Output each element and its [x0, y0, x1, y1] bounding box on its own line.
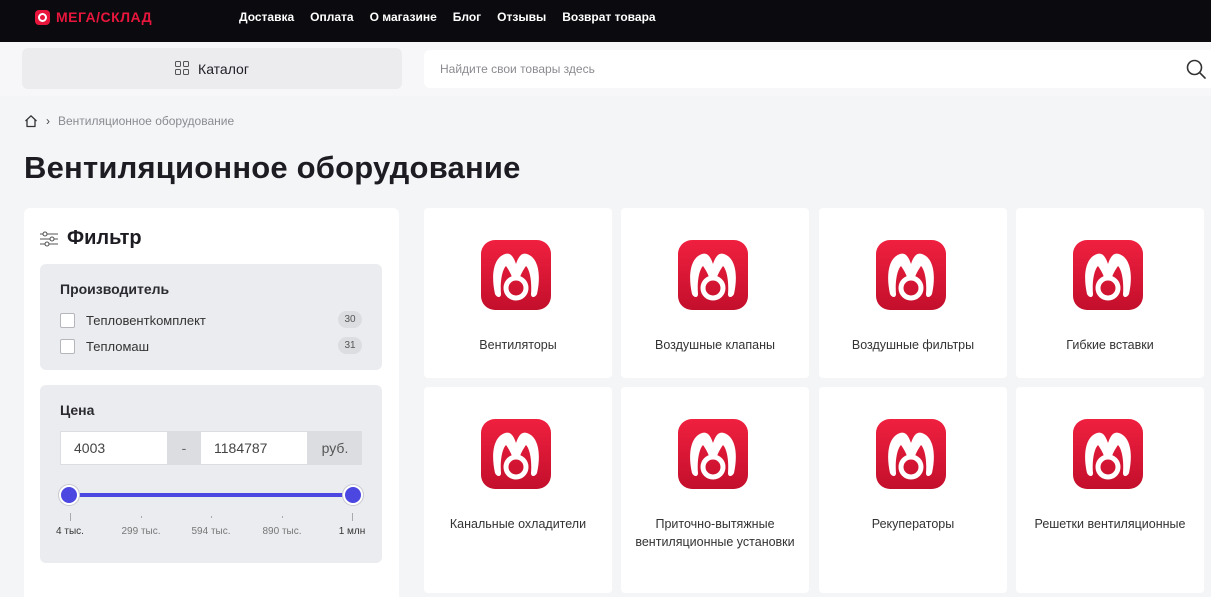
price-tick-label: 4 тыс.	[56, 526, 84, 537]
manufacturer-filter: Производитель Тепловентkомплект 30 Тепло…	[40, 264, 382, 370]
breadcrumb: › Вентиляционное оборудование	[24, 114, 234, 128]
nav-link-delivery[interactable]: Доставка	[239, 10, 294, 24]
category-card-label: Вентиляторы	[479, 338, 557, 352]
brand-logo-icon	[876, 240, 946, 310]
brand-logo-icon	[678, 419, 748, 489]
filter-sliders-icon	[40, 230, 58, 247]
logo-text: МЕГА/СКЛАД	[56, 9, 153, 25]
nav-link-returns[interactable]: Возврат товара	[562, 10, 655, 24]
price-tick: 299 тыс.	[111, 513, 171, 537]
price-slider-track[interactable]	[69, 493, 353, 497]
price-separator: -	[168, 431, 200, 465]
filter-title: Фильтр	[67, 227, 142, 249]
price-tick-label: 890 тыс.	[262, 526, 302, 537]
manufacturer-count-badge: 31	[338, 337, 362, 354]
page-title: Вентиляционное оборудование	[24, 150, 521, 185]
category-card-label: Гибкие вставки	[1066, 338, 1154, 352]
price-tick-label: 299 тыс.	[121, 526, 161, 537]
brand-logo-icon	[481, 240, 551, 310]
top-bar: МЕГА/СКЛАД Доставка Оплата О магазине Бл…	[0, 0, 1211, 42]
brand-logo-icon	[678, 240, 748, 310]
price-tick: 594 тыс.	[181, 513, 241, 537]
nav-link-reviews[interactable]: Отзывы	[497, 10, 546, 24]
tick-mark	[281, 516, 283, 518]
category-card-label: Воздушные фильтры	[851, 338, 975, 352]
brand-logo-icon	[876, 419, 946, 489]
manufacturer-label: Тепломаш	[86, 338, 150, 354]
nav-link-about[interactable]: О магазине	[370, 10, 437, 24]
category-card-label: Решетки вентиляционные	[1034, 517, 1186, 531]
category-card-air-filters[interactable]: Воздушные фильтры	[819, 208, 1007, 378]
catalog-button[interactable]: Каталог	[22, 48, 402, 89]
price-slider-scale: 4 тыс. 299 тыс. 594 тыс. 890 тыс. 1 млн	[40, 513, 382, 543]
category-card-air-valves[interactable]: Воздушные клапаны	[621, 208, 809, 378]
catalog-grid-icon	[175, 61, 190, 76]
price-unit: руб.	[308, 431, 362, 465]
price-tick: 4 тыс.	[40, 513, 100, 537]
price-slider[interactable]	[59, 485, 363, 505]
price-max-input[interactable]	[200, 431, 308, 465]
search-box	[424, 50, 1211, 88]
category-card-fans[interactable]: Вентиляторы	[424, 208, 612, 378]
price-title: Цена	[60, 402, 95, 418]
price-tick-label: 594 тыс.	[191, 526, 231, 537]
search-icon[interactable]	[1186, 59, 1206, 79]
manufacturer-title: Производитель	[60, 281, 170, 297]
manufacturer-count-badge: 30	[338, 311, 362, 328]
category-card-recuperators[interactable]: Рекуператоры	[819, 387, 1007, 593]
tick-mark	[140, 516, 142, 518]
home-icon[interactable]	[24, 114, 38, 128]
manufacturer-checkbox[interactable]	[60, 338, 75, 354]
manufacturer-label: Тепловентkомплект	[86, 312, 206, 328]
filter-panel: Фильтр Производитель Тепловентkомплект 3…	[24, 208, 399, 597]
tick-mark	[210, 516, 212, 518]
category-card-flexible-inserts[interactable]: Гибкие вставки	[1016, 208, 1204, 378]
site-logo[interactable]: МЕГА/СКЛАД	[35, 9, 152, 25]
catalog-button-label: Каталог	[198, 60, 249, 77]
logo-icon	[35, 9, 50, 25]
price-range-inputs: - руб.	[60, 431, 362, 465]
price-tick-label: 1 млн	[338, 526, 366, 537]
tick-mark	[351, 513, 353, 521]
brand-logo-icon	[1073, 419, 1143, 489]
category-card-duct-coolers[interactable]: Канальные охладители	[424, 387, 612, 593]
category-card-supply-exhaust-units[interactable]: Приточно-вытяжные вентиляционные установ…	[621, 387, 809, 593]
nav-link-payment[interactable]: Оплата	[310, 10, 353, 24]
nav-link-blog[interactable]: Блог	[453, 10, 481, 24]
tick-mark	[69, 513, 71, 521]
price-tick: 890 тыс.	[252, 513, 312, 537]
category-card-label: Рекуператоры	[871, 517, 955, 531]
main-nav: Доставка Оплата О магазине Блог Отзывы В…	[239, 10, 656, 24]
price-filter: Цена - руб. 4 тыс. 299 тыс. 594 тыс.	[40, 385, 382, 563]
manufacturer-option[interactable]: Тепловентkомплект 30	[60, 311, 362, 329]
price-tick: 1 млн	[322, 513, 382, 537]
category-card-label: Приточно-вытяжные вентиляционные установ…	[635, 517, 795, 549]
search-input[interactable]	[440, 50, 1140, 88]
filter-header: Фильтр	[39, 227, 142, 250]
breadcrumb-separator: ›	[46, 114, 50, 128]
breadcrumb-current: Вентиляционное оборудование	[58, 114, 235, 128]
price-slider-max-handle[interactable]	[343, 485, 363, 505]
manufacturer-checkbox[interactable]	[60, 312, 75, 328]
brand-logo-icon	[1073, 240, 1143, 310]
manufacturer-option[interactable]: Тепломаш 31	[60, 337, 362, 355]
brand-logo-icon	[481, 419, 551, 489]
category-card-label: Воздушные клапаны	[655, 338, 775, 352]
category-card-ventilation-grilles[interactable]: Решетки вентиляционные	[1016, 387, 1204, 593]
price-slider-min-handle[interactable]	[59, 485, 79, 505]
price-min-input[interactable]	[60, 431, 168, 465]
category-card-label: Канальные охладители	[449, 517, 587, 531]
